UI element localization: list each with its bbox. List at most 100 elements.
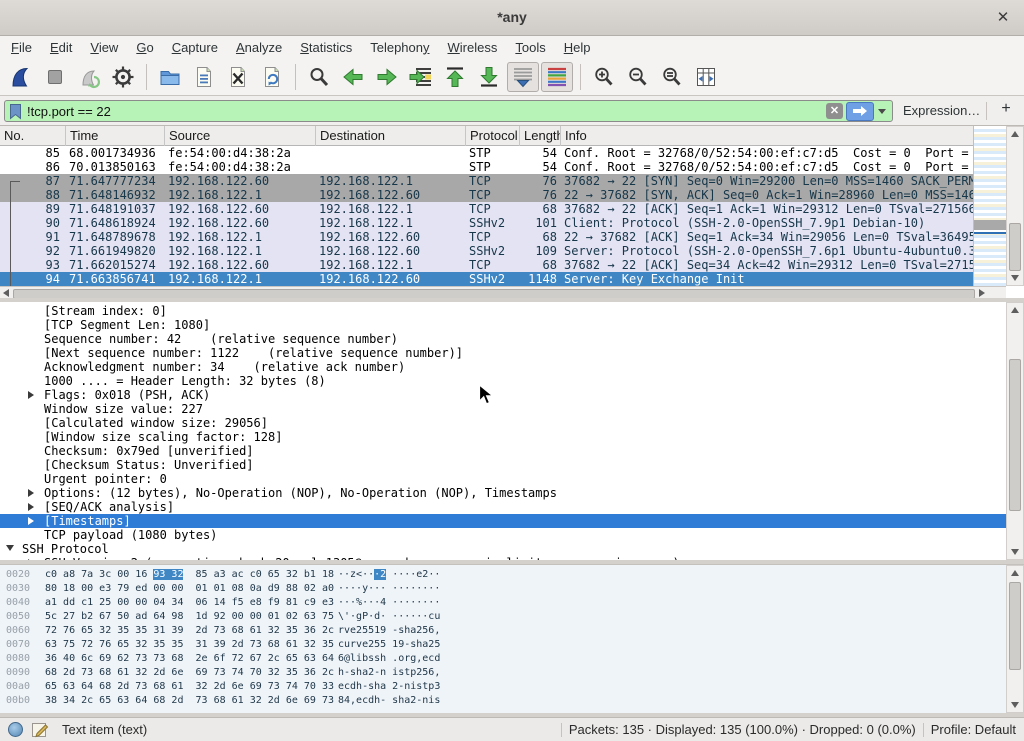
detail-row[interactable]: [Checksum Status: Unverified] (0, 458, 1006, 472)
column-header-proto[interactable]: Protocol (466, 126, 520, 146)
packet-hscrollbar[interactable] (0, 286, 1006, 298)
hex-row-00a0[interactable]: 00a065 63 64 68 2d 73 68 61 32 2d 6e 69 … (0, 680, 1006, 694)
menu-statistics[interactable]: Statistics (291, 38, 361, 57)
packet-row-90[interactable]: 9071.648618924192.168.122.60192.168.122.… (0, 216, 973, 230)
scroll-up-icon[interactable] (1007, 127, 1023, 141)
packet-row-86[interactable]: 8670.013850163fe:54:00:d4:38:2aSTP54Conf… (0, 160, 973, 174)
menu-tools[interactable]: Tools (506, 38, 554, 57)
menu-analyze[interactable]: Analyze (227, 38, 291, 57)
detail-row[interactable]: [TCP Segment Len: 1080] (0, 318, 1006, 332)
filter-clear-icon[interactable]: ✕ (826, 103, 843, 119)
go-forward-icon[interactable] (371, 62, 403, 92)
scroll-up-icon[interactable] (1007, 303, 1023, 317)
scroll-thumb[interactable] (1009, 359, 1021, 511)
detail-row[interactable]: [Next sequence number: 1122 (relative se… (0, 346, 1006, 360)
detail-row[interactable]: [Timestamps] (0, 514, 1006, 528)
detail-row[interactable]: Sequence number: 42 (relative sequence n… (0, 332, 1006, 346)
stop-capture-icon[interactable] (39, 62, 71, 92)
detail-row[interactable]: Window size value: 227 (0, 402, 1006, 416)
column-header-dst[interactable]: Destination (316, 126, 466, 146)
scroll-up-icon[interactable] (1007, 566, 1023, 580)
scroll-down-icon[interactable] (1007, 545, 1023, 559)
packet-row-92[interactable]: 9271.661949820192.168.122.1192.168.122.6… (0, 244, 973, 258)
detail-row[interactable]: [Stream index: 0] (0, 304, 1006, 318)
packet-vscrollbar[interactable] (1006, 126, 1024, 286)
detail-row[interactable]: [Calculated window size: 29056] (0, 416, 1006, 430)
packet-row-94[interactable]: 9471.663856741192.168.122.1192.168.122.6… (0, 272, 973, 286)
detail-row[interactable]: SSH Protocol (0, 542, 1006, 556)
hex-row-00b0[interactable]: 00b038 34 2c 65 63 64 68 2d 73 68 61 32 … (0, 694, 1006, 708)
menu-help[interactable]: Help (555, 38, 600, 57)
capture-comment-icon[interactable] (30, 720, 50, 740)
open-file-icon[interactable] (154, 62, 186, 92)
collapse-icon[interactable] (6, 545, 14, 551)
go-back-icon[interactable] (337, 62, 369, 92)
go-to-packet-icon[interactable] (405, 62, 437, 92)
zoom-reset-icon[interactable] (656, 62, 688, 92)
hex-row-0040[interactable]: 0040a1 dd c1 25 00 00 04 34 06 14 f5 e8 … (0, 596, 1006, 610)
expand-icon[interactable] (28, 517, 34, 525)
detail-row[interactable]: Flags: 0x018 (PSH, ACK) (0, 388, 1006, 402)
packet-row-85[interactable]: 8568.001734936fe:54:00:d4:38:2aSTP54Conf… (0, 146, 973, 160)
hex-row-0080[interactable]: 008036 40 6c 69 62 73 73 68 2e 6f 72 67 … (0, 652, 1006, 666)
expand-icon[interactable] (28, 503, 34, 511)
packet-row-93[interactable]: 9371.662015274192.168.122.60192.168.122.… (0, 258, 973, 272)
filter-input[interactable] (27, 104, 826, 119)
hex-row-0050[interactable]: 00505c 27 b2 67 50 ad 64 98 1d 92 00 00 … (0, 610, 1006, 624)
go-first-packet-icon[interactable] (439, 62, 471, 92)
menu-go[interactable]: Go (127, 38, 162, 57)
details-vscrollbar[interactable] (1006, 302, 1024, 560)
detail-row[interactable]: Urgent pointer: 0 (0, 472, 1006, 486)
scroll-down-icon[interactable] (1007, 698, 1023, 712)
packet-row-88[interactable]: 8871.648146932192.168.122.1192.168.122.6… (0, 188, 973, 202)
close-file-icon[interactable] (222, 62, 254, 92)
column-header-src[interactable]: Source (165, 126, 316, 146)
scroll-thumb[interactable] (1009, 223, 1021, 271)
menu-capture[interactable]: Capture (163, 38, 227, 57)
title-bar[interactable]: *any ✕ (0, 0, 1024, 36)
hex-row-0070[interactable]: 007063 75 72 76 65 32 35 35 31 39 2d 73 … (0, 638, 1006, 652)
filter-apply-icon[interactable] (846, 102, 874, 121)
expression-button[interactable]: Expression… (903, 103, 980, 118)
menu-edit[interactable]: Edit (41, 38, 81, 57)
packet-minimap[interactable] (973, 126, 1006, 286)
expert-info-icon[interactable] (8, 722, 23, 737)
close-icon[interactable]: ✕ (992, 7, 1014, 29)
menu-file[interactable]: File (2, 38, 41, 57)
hex-vscrollbar[interactable] (1006, 565, 1024, 713)
add-filter-button[interactable]: + (996, 100, 1016, 118)
reload-file-icon[interactable] (256, 62, 288, 92)
menu-telephony[interactable]: Telephony (361, 38, 438, 57)
filter-history-dropdown-icon[interactable] (878, 109, 886, 114)
detail-row[interactable]: Checksum: 0x79ed [unverified] (0, 444, 1006, 458)
profile-text[interactable]: Profile: Default (931, 722, 1016, 737)
detail-row[interactable]: 1000 .... = Header Length: 32 bytes (8) (0, 374, 1006, 388)
detail-row[interactable]: [SEQ/ACK analysis] (0, 500, 1006, 514)
go-last-packet-icon[interactable] (473, 62, 505, 92)
menu-view[interactable]: View (81, 38, 127, 57)
hex-row-0030[interactable]: 003080 18 00 e3 79 ed 00 00 01 01 08 0a … (0, 582, 1006, 596)
hex-row-0020[interactable]: 0020c0 a8 7a 3c 00 16 93 32 85 a3 ac c0 … (0, 568, 1006, 582)
hex-row-0090[interactable]: 009068 2d 73 68 61 32 2d 6e 69 73 74 70 … (0, 666, 1006, 680)
scroll-thumb[interactable] (1009, 582, 1021, 670)
detail-row[interactable]: TCP payload (1080 bytes) (0, 528, 1006, 542)
resize-columns-icon[interactable] (690, 62, 722, 92)
packet-row-91[interactable]: 9171.648789678192.168.122.1192.168.122.6… (0, 230, 973, 244)
capture-options-icon[interactable] (107, 62, 139, 92)
start-capture-icon[interactable] (5, 62, 37, 92)
restart-capture-icon[interactable] (73, 62, 105, 92)
find-packet-icon[interactable] (303, 62, 335, 92)
expand-icon[interactable] (28, 489, 34, 497)
column-header-info[interactable]: Info (561, 126, 973, 146)
column-header-time[interactable]: Time (66, 126, 165, 146)
column-header-no[interactable]: No. (0, 126, 66, 146)
menu-wireless[interactable]: Wireless (439, 38, 507, 57)
save-file-icon[interactable] (188, 62, 220, 92)
expand-icon[interactable] (28, 391, 34, 399)
column-header-len[interactable]: Length (520, 126, 561, 146)
colorize-icon[interactable] (541, 62, 573, 92)
zoom-in-icon[interactable] (588, 62, 620, 92)
detail-row[interactable]: Options: (12 bytes), No-Operation (NOP),… (0, 486, 1006, 500)
filter-bookmark-icon[interactable] (8, 103, 23, 120)
scroll-down-icon[interactable] (1007, 271, 1023, 285)
